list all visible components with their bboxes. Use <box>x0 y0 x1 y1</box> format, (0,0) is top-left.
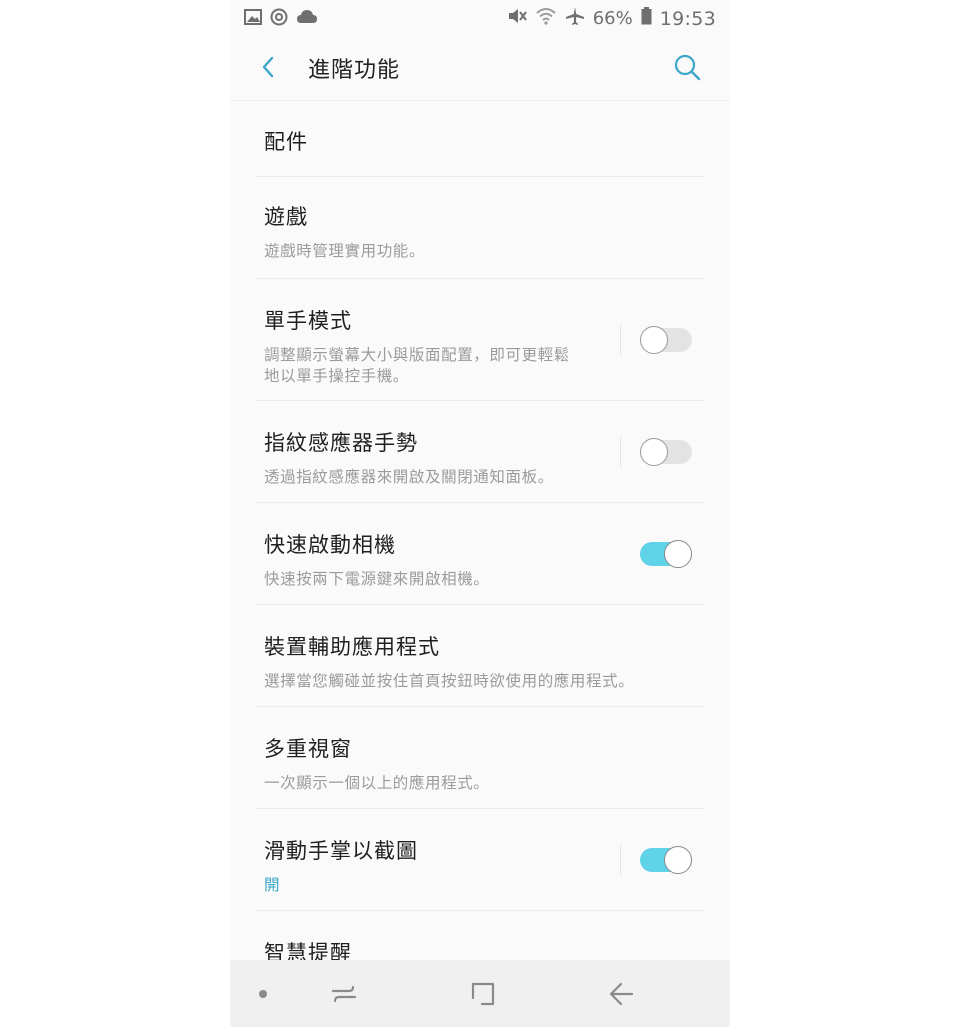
cloud-icon <box>296 9 318 30</box>
sync-icon <box>269 7 289 32</box>
item-subtitle: 快速按兩下電源鍵來開啟相機。 <box>264 570 490 588</box>
item-subtitle: 遊戲時管理實用功能。 <box>264 242 426 260</box>
item-title: 滑動手掌以截圖 <box>264 839 418 863</box>
item-title: 指紋感應器手勢 <box>264 431 418 455</box>
separator <box>620 436 621 468</box>
recent-apps-button[interactable] <box>330 980 358 1008</box>
wifi-icon <box>535 7 557 30</box>
phone-screen: 66% 19:53 進階功能 配件 遊戲 遊戲時管理實用功能。 單手模式 調整顯… <box>230 0 730 1027</box>
item-title: 多重視窗 <box>264 737 352 761</box>
fingerprint-gestures-toggle[interactable] <box>640 438 692 466</box>
nav-back-button[interactable] <box>608 980 636 1008</box>
search-button[interactable] <box>672 52 702 82</box>
item-title: 裝置輔助應用程式 <box>264 635 440 659</box>
navigation-bar <box>230 960 730 1027</box>
item-subtitle: 選擇當您觸碰並按住首頁按鈕時欲使用的應用程式。 <box>264 672 635 690</box>
battery-icon <box>641 7 652 30</box>
status-bar: 66% 19:53 <box>230 0 730 34</box>
palm-swipe-capture-toggle[interactable] <box>640 846 692 874</box>
toggle-knob <box>640 326 668 354</box>
settings-list: 配件 遊戲 遊戲時管理實用功能。 單手模式 調整顯示螢幕大小與版面配置，即可更輕… <box>230 100 730 1013</box>
separator <box>620 324 621 356</box>
mute-icon <box>507 7 527 30</box>
airplane-icon <box>565 6 585 31</box>
hide-navbar-dot[interactable] <box>259 990 267 998</box>
item-subtitle: 調整顯示螢幕大小與版面配置，即可更輕鬆地以單手操控手機。 <box>264 346 570 385</box>
item-subtitle: 一次顯示一個以上的應用程式。 <box>264 774 490 792</box>
clock: 19:53 <box>659 7 716 30</box>
toggle-knob <box>664 540 692 568</box>
toggle-knob <box>664 846 692 874</box>
arrow-left-icon <box>609 982 634 1006</box>
toggle-knob <box>640 438 668 466</box>
item-title: 快速啟動相機 <box>264 533 396 557</box>
list-item-quick-launch-camera[interactable]: 快速啟動相機 快速按兩下電源鍵來開啟相機。 <box>230 503 730 605</box>
list-item-fingerprint-gestures[interactable]: 指紋感應器手勢 透過指紋感應器來開啟及關閉通知面板。 <box>230 401 730 503</box>
battery-percent: 66% <box>592 8 633 29</box>
list-item-games[interactable]: 遊戲 遊戲時管理實用功能。 <box>230 177 730 279</box>
list-item-one-hand-mode[interactable]: 單手模式 調整顯示螢幕大小與版面配置，即可更輕鬆地以單手操控手機。 <box>230 279 730 401</box>
item-title: 遊戲 <box>264 205 308 229</box>
page-title: 進階功能 <box>308 58 401 83</box>
gallery-icon <box>244 9 262 30</box>
list-item-palm-swipe-capture[interactable]: 滑動手掌以截圖 開 <box>230 809 730 911</box>
home-icon <box>471 982 495 1006</box>
quick-launch-camera-toggle[interactable] <box>640 540 692 568</box>
list-item-multi-window[interactable]: 多重視窗 一次顯示一個以上的應用程式。 <box>230 707 730 809</box>
home-button[interactable] <box>469 980 497 1008</box>
chevron-left-icon <box>262 56 274 78</box>
back-button[interactable] <box>254 52 284 82</box>
one-hand-mode-toggle[interactable] <box>640 326 692 354</box>
list-item-accessories[interactable]: 配件 <box>230 100 730 177</box>
list-item-device-assistance-app[interactable]: 裝置輔助應用程式 選擇當您觸碰並按住首頁按鈕時欲使用的應用程式。 <box>230 605 730 707</box>
separator <box>620 844 621 876</box>
item-title: 配件 <box>264 130 308 154</box>
item-subtitle: 透過指紋感應器來開啟及關閉通知面板。 <box>264 468 554 486</box>
item-title: 單手模式 <box>264 309 352 333</box>
recent-apps-icon <box>331 985 357 1003</box>
item-status: 開 <box>264 876 281 894</box>
app-header: 進階功能 <box>230 34 730 101</box>
search-icon <box>674 54 701 81</box>
